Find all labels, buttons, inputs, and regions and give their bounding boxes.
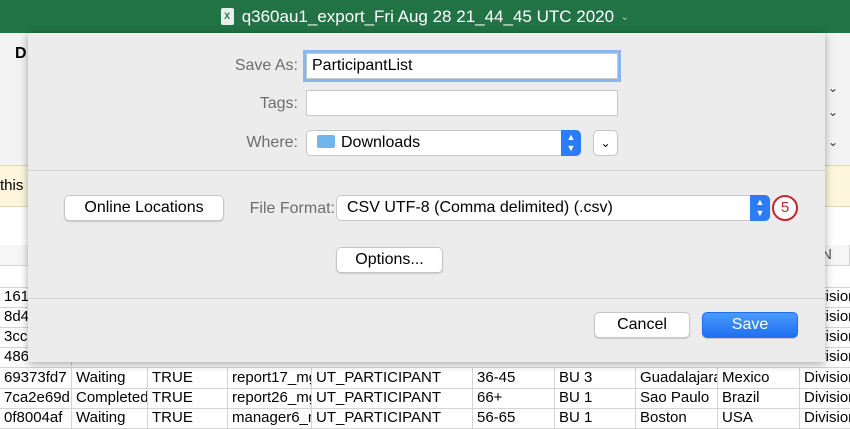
table-cell[interactable]: TRUE — [148, 368, 228, 388]
window-title: q360au1_export_Fri Aug 28 21_44_45 UTC 2… — [241, 6, 615, 26]
updown-arrows-icon: ▲ ▼ — [750, 195, 770, 221]
table-row: 69373fd7 Waiting TRUE report17_mg UT_PARTICI… — [0, 368, 850, 389]
tags-label: Tags: — [259, 95, 298, 112]
table-cell[interactable]: Guadalajara — [636, 368, 718, 388]
chevron-down-icon[interactable]: ⌄ — [828, 105, 838, 119]
table-cell[interactable]: 66+ — [473, 388, 555, 408]
options-button[interactable]: Options... — [336, 247, 443, 273]
chevron-down-icon[interactable]: ⌄ — [828, 135, 838, 149]
table-cell[interactable]: BU 1 — [555, 388, 636, 408]
table-cell[interactable]: report17_mg — [228, 368, 312, 388]
table-cell[interactable]: Division — [800, 408, 850, 428]
table-cell[interactable]: Mexico — [718, 368, 800, 388]
excel-file-icon: X — [220, 8, 234, 25]
table-cell[interactable]: BU 1 — [555, 408, 636, 428]
save-as-label: Save As: — [234, 57, 298, 74]
save-button[interactable]: Save — [702, 312, 798, 338]
ribbon-tab-label[interactable]: D — [15, 45, 27, 63]
table-cell[interactable]: BU 3 — [555, 368, 636, 388]
save-as-input[interactable]: ParticipantList — [306, 53, 618, 79]
cancel-button[interactable]: Cancel — [594, 312, 690, 338]
file-format-value: CSV UTF-8 (Comma delimited) (.csv) — [347, 199, 613, 216]
table-cell[interactable]: UT_PARTICIPANT — [312, 368, 473, 388]
chevron-down-icon[interactable]: ⌄ — [828, 81, 838, 95]
table-cell[interactable]: UT_PARTICIPANT — [312, 388, 473, 408]
table-cell[interactable]: USA — [718, 408, 800, 428]
where-value: Downloads — [341, 134, 421, 151]
table-cell[interactable]: UT_PARTICIPANT — [312, 408, 473, 428]
where-select[interactable]: Downloads ▲ ▼ — [306, 130, 581, 156]
divider — [28, 170, 825, 171]
expand-button[interactable]: ⌄ — [593, 130, 618, 156]
save-dialog: Save As: ParticipantList Tags: Where: Do… — [28, 33, 825, 362]
table-cell[interactable]: 56-65 — [473, 408, 555, 428]
updown-arrows-icon: ▲ ▼ — [561, 130, 581, 156]
table-cell[interactable]: Sao Paulo — [636, 388, 718, 408]
message-text: this — [0, 177, 24, 194]
folder-icon — [317, 135, 335, 148]
table-cell[interactable]: 69373fd7 — [0, 368, 72, 388]
table-cell[interactable]: Waiting — [72, 408, 148, 428]
file-format-select[interactable]: CSV UTF-8 (Comma delimited) (.csv) ▲ ▼ — [336, 195, 770, 221]
table-row: 0f8004af Waiting TRUE manager6_m UT_PARTICIP… — [0, 408, 850, 429]
table-cell[interactable]: Division — [800, 388, 850, 408]
table-cell[interactable]: Division — [800, 368, 850, 388]
step-annotation-badge: 5 — [772, 195, 798, 221]
table-cell[interactable]: manager6_m — [228, 408, 312, 428]
window-titlebar: X q360au1_export_Fri Aug 28 21_44_45 UTC… — [0, 0, 850, 33]
table-row: 7ca2e69d Completed TRUE report26_mg UT_PARTI… — [0, 388, 850, 409]
table-cell[interactable]: report26_mg — [228, 388, 312, 408]
chevron-down-icon: ⌄ — [600, 136, 611, 150]
table-cell[interactable]: 0f8004af — [0, 408, 72, 428]
table-cell[interactable]: TRUE — [148, 408, 228, 428]
chevron-down-icon[interactable]: ⌄ — [620, 10, 629, 23]
table-cell[interactable]: Brazil — [718, 388, 800, 408]
table-cell[interactable]: Completed — [72, 388, 148, 408]
divider — [28, 298, 825, 299]
table-cell[interactable]: 36-45 — [473, 368, 555, 388]
table-cell[interactable]: Waiting — [72, 368, 148, 388]
file-format-label: File Format: — [249, 200, 335, 217]
table-cell[interactable]: Boston — [636, 408, 718, 428]
table-cell[interactable]: 7ca2e69d — [0, 388, 72, 408]
table-cell[interactable]: TRUE — [148, 388, 228, 408]
where-label: Where: — [246, 134, 298, 151]
tags-input[interactable] — [306, 90, 618, 116]
